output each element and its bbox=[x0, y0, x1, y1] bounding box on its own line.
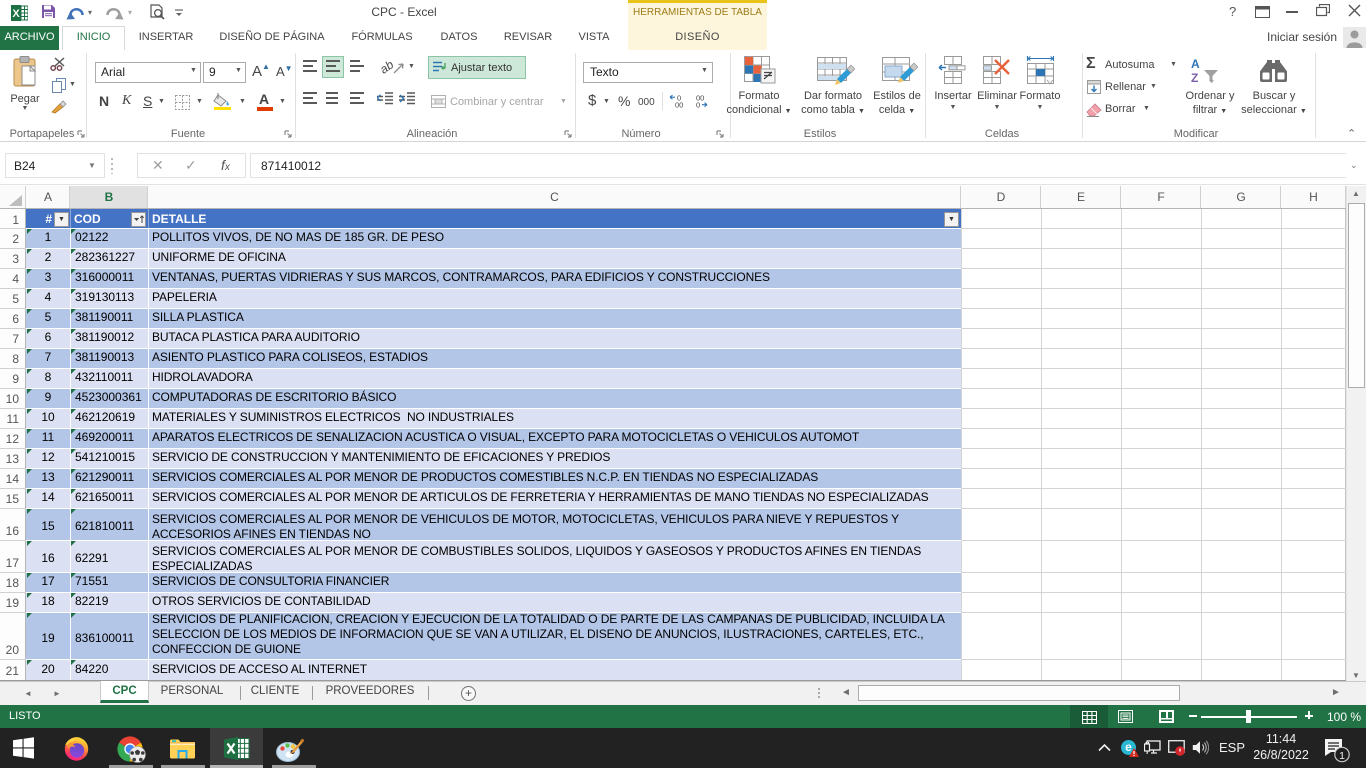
svg-text:00: 00 bbox=[675, 101, 683, 109]
svg-text:Z: Z bbox=[1191, 71, 1198, 84]
svg-text:1: 1 bbox=[1339, 750, 1345, 762]
svg-text:X: X bbox=[12, 8, 20, 20]
svg-text:A: A bbox=[1191, 57, 1200, 71]
svg-text:0: 0 bbox=[696, 101, 700, 109]
